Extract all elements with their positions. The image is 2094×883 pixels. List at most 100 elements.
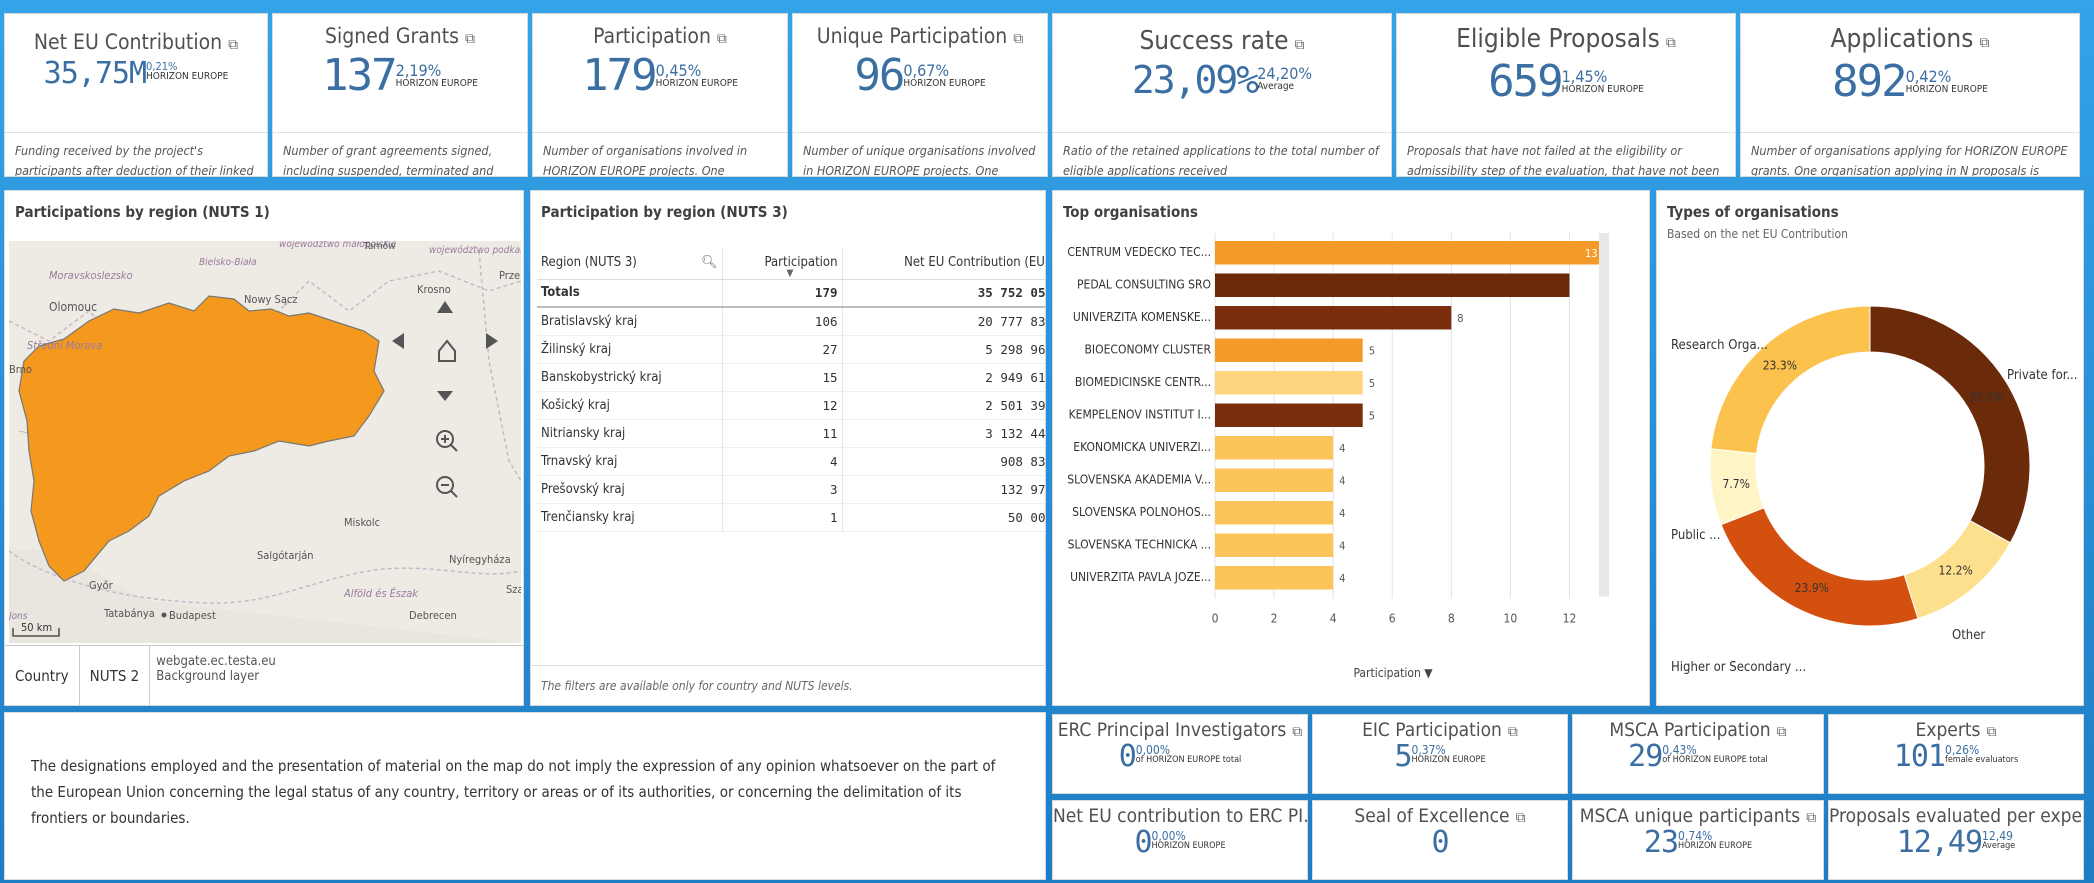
kpi-value: 179 (582, 50, 657, 101)
external-link-icon[interactable]: ⧉ (1295, 37, 1305, 53)
kpi-signed-grants[interactable]: Signed Grants ⧉ 137 2,19% HORIZON EUROPE Nu… (272, 13, 528, 177)
table-row[interactable]: Košický kraj122 501 393 (537, 391, 1045, 420)
map-panel: Participations by region (NUTS 1) Moravs… (4, 190, 524, 706)
kpi-value: 0 (1431, 825, 1449, 860)
kpi-percent: 0,45% (655, 61, 702, 80)
types-donut-chart[interactable]: 33.0% Private for... 12.2% Other 23.9% Higher… (1657, 231, 2083, 701)
kpi-title: Eligible Proposals (1456, 24, 1660, 54)
kpi-applications[interactable]: Applications ⧉ 892 0,42% HORIZON EUROPE Num… (1740, 13, 2080, 177)
chart-scrollbar (1599, 233, 1609, 597)
external-link-icon[interactable]: ⧉ (465, 31, 475, 47)
kpi-card-small[interactable]: Seal of Excellence ⧉ 0 (1312, 800, 1568, 880)
bar (1215, 501, 1334, 525)
kpi-value: 96 (854, 50, 905, 101)
kpi-label: HORIZON EUROPE (1561, 84, 1644, 95)
table-row[interactable]: Bratislavský kraj 106 20 777 832 (537, 307, 1045, 336)
map-label: Győr (89, 579, 114, 592)
external-link-icon[interactable]: ⧉ (1013, 31, 1023, 47)
external-link-icon[interactable]: ⧉ (1508, 724, 1518, 740)
kpi-card-small[interactable]: Proposals evaluated per expe...⧉12,4912,… (1828, 800, 2084, 880)
donut-slice (1710, 305, 1871, 455)
kpi-title: Success rate (1139, 26, 1289, 56)
bar (1215, 338, 1363, 362)
kpi-value: 5 (1394, 739, 1412, 774)
kpi-label: Average (1257, 81, 1295, 92)
kpi-card-small[interactable]: MSCA unique participants ⧉ 23 0,74% HORIZON … (1572, 800, 1824, 880)
kpi-label: female evaluators (1944, 755, 2019, 765)
kpi-label: of HORIZON EUROPE total (1135, 755, 1242, 765)
map-label: Debrecen (409, 609, 457, 622)
external-link-icon[interactable]: ⧉ (228, 37, 238, 53)
external-link-icon[interactable]: ⧉ (717, 31, 727, 47)
table-row[interactable]: Trenčiansky kraj150 000 (537, 503, 1045, 532)
bar-category-label: SLOVENSKA AKADEMIA V... (1067, 473, 1211, 487)
bar-category-label: EKONOMICKA UNIVERZI... (1073, 440, 1211, 454)
external-link-icon[interactable]: ⧉ (1292, 724, 1302, 740)
bar-category-label: KEMPELENOV INSTITUT I... (1069, 408, 1211, 422)
slice-category-label: Other (1952, 628, 1985, 643)
top-organisations-chart[interactable]: 0 2 4 6 8 10 12 CENTRUM VEDECKO TEC... 13 PEDAL C… (1053, 191, 1649, 691)
kpi-value: 23,09% (1131, 58, 1259, 102)
map-label: Krosno (417, 283, 451, 296)
kpi-description: Funding received by the project's partic… (5, 132, 267, 176)
kpi-title: Unique Participation (816, 24, 1008, 48)
table-row[interactable]: Prešovský kraj3132 971 (537, 475, 1045, 504)
map-label: Bielsko-Biała (199, 257, 257, 268)
table-row[interactable]: Nitriansky kraj113 132 448 (537, 419, 1045, 448)
kpi-title: MSCA unique participants (1579, 805, 1801, 827)
table-row[interactable]: Trnavský kraj4908 831 (537, 447, 1045, 476)
region-table: Region (NUTS 3) 🔍︎ Participation ▼ Net EU … (537, 247, 1045, 532)
kpi-card-small[interactable]: Experts ⧉ 101 0,26% female evaluators (1828, 714, 2084, 794)
map-canvas[interactable]: Moravskoslezsko Olomouc Nowy Sącz Krosno… (7, 238, 523, 643)
kpi-title: Net EU Contribution (33, 30, 223, 54)
bar-value-label: 4 (1339, 540, 1345, 553)
kpi-description: Number of organisations applying for HOR… (1741, 132, 2079, 176)
external-link-icon[interactable]: ⧉ (1777, 724, 1787, 740)
external-link-icon[interactable]: ⧉ (1806, 810, 1816, 826)
kpi-label: HORIZON EUROPE (1151, 841, 1226, 851)
region-map[interactable]: Moravskoslezsko Olomouc Nowy Sącz Krosno… (7, 238, 523, 643)
map-attribution: webgate.ec.testa.eu Background layer (156, 654, 276, 684)
kpi-card-small[interactable]: EIC Participation ⧉ 5 0,37% HORIZON EUROPE (1312, 714, 1568, 794)
kpi-value: 137 (322, 50, 397, 101)
donut-slice (1720, 507, 1919, 627)
column-header-participation[interactable]: Participation ▼ (722, 247, 843, 280)
kpi-unique-participation[interactable]: Unique Participation ⧉ 96 0,67% HORIZON EUR… (792, 13, 1048, 177)
kpi-success-rate[interactable]: Success rate ⧉ 23,09% 24,20% Average Ratio … (1052, 13, 1392, 177)
map-label: Tarnów (363, 241, 395, 252)
bar-value-label: 5 (1369, 377, 1375, 390)
bar (1215, 566, 1334, 590)
kpi-value: 23 (1643, 825, 1679, 860)
bar-category-label: SLOVENSKA POLNOHOS... (1072, 505, 1211, 519)
kpi-percent: 1,45% (1561, 67, 1608, 86)
column-header-region[interactable]: Region (NUTS 3) 🔍︎ (537, 247, 723, 280)
x-tick-label: 4 (1330, 612, 1337, 626)
kpi-value: 12,49 (1896, 825, 1983, 860)
search-icon[interactable]: 🔍︎ (701, 255, 718, 270)
external-link-icon[interactable]: ⧉ (1986, 724, 1996, 740)
country-button[interactable]: Country (5, 646, 80, 705)
kpi-participation[interactable]: Participation ⧉ 179 0,45% HORIZON EUROPE Nu… (532, 13, 788, 177)
external-link-icon[interactable]: ⧉ (1979, 35, 1989, 51)
kpi-card-small[interactable]: ERC Principal Investigators ⧉ 0 0,00% of HOR… (1052, 714, 1308, 794)
top-organisations-panel: Top organisations 0 2 4 6 8 10 12 CENTRUM VEDEC… (1052, 190, 1650, 706)
kpi-net-eu-contribution[interactable]: Net EU Contribution ⧉ 35,75M 0,21% HORIZON … (4, 13, 268, 177)
kpi-card-small[interactable]: MSCA Participation ⧉ 29 0,43% of HORIZON EUR… (1572, 714, 1824, 794)
column-header-net-eu-contribution[interactable]: Net EU Contribution (EUR (842, 247, 1045, 280)
kpi-label: HORIZON EUROPE (655, 78, 738, 89)
table-row[interactable]: Banskobystrický kraj152 949 615 (537, 363, 1045, 392)
nuts2-button[interactable]: NUTS 2 (80, 646, 151, 705)
bar-category-label: PEDAL CONSULTING SRO (1077, 278, 1211, 292)
kpi-percent: 2,19% (395, 61, 442, 80)
x-tick-label: 2 (1271, 612, 1278, 626)
external-link-icon[interactable]: ⧉ (1516, 810, 1526, 826)
table-row[interactable]: Žilinský kraj275 298 961 (537, 335, 1045, 364)
kpi-value: 659 (1488, 56, 1563, 107)
disclaimer-panel: The designations employed and the presen… (4, 712, 1046, 880)
bar-category-label: SLOVENSKA TECHNICKA ... (1068, 538, 1211, 552)
kpi-eligible-proposals[interactable]: Eligible Proposals ⧉ 659 1,45% HORIZON EURO… (1396, 13, 1736, 177)
external-link-icon[interactable]: ⧉ (1666, 35, 1676, 51)
bar-value-label: 13 (1585, 247, 1598, 260)
kpi-card-small[interactable]: Net EU contribution to ERC PI...⧉00,00%H… (1052, 800, 1308, 880)
map-label: Budapest (169, 609, 216, 622)
